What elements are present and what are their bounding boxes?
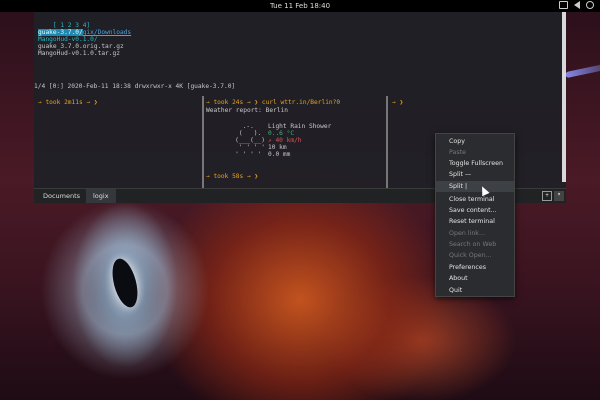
weather-art-line: ' ' ' ' — [224, 151, 273, 158]
menu-item-copy[interactable]: Copy — [436, 136, 514, 147]
volume-icon[interactable] — [574, 1, 580, 9]
chevron-down-icon[interactable]: ▾ — [554, 191, 564, 201]
weather-precipitation: 0.0 mm — [268, 151, 291, 158]
menu-item-search-web[interactable]: Search on Web — [436, 239, 514, 250]
file-entry[interactable]: MangoHud-v0.1.0/ — [38, 36, 98, 43]
workspace-indicator: [ 1 2 3 4] — [52, 22, 91, 29]
weather-visibility: 10 km — [268, 144, 287, 151]
terminal-context-menu: Copy Paste Toggle Fullscreen Split — Spl… — [435, 133, 515, 297]
menu-item-quick-open[interactable]: Quick Open... — [436, 250, 514, 261]
wallpaper-streak — [565, 59, 600, 79]
weather-wind: ↗ 40 km/h — [268, 137, 302, 144]
file-entry[interactable]: guake-3.7.0/ — [38, 29, 83, 36]
file-entry[interactable]: MangoHud-v0.1.0.tar.gz — [38, 50, 120, 57]
menu-item-toggle-fullscreen[interactable]: Toggle Fullscreen — [436, 158, 514, 169]
menu-item-reset-terminal[interactable]: Reset terminal — [436, 216, 514, 227]
menu-item-save-content[interactable]: Save content... — [436, 205, 514, 216]
menu-item-open-link[interactable]: Open link... — [436, 228, 514, 239]
terminal-pane-2[interactable]: → took 24s → ❯ curl wttr.in/Berlin?0 Wea… — [204, 96, 384, 188]
terminal-pane-1[interactable]: → took 2m11s → ❯ — [34, 96, 202, 188]
pane2-command: → took 24s → ❯ curl wttr.in/Berlin?0 — [206, 99, 341, 106]
pane2-prompt: → took 58s → ❯ — [206, 173, 259, 180]
pane3-prompt: → ❯ — [392, 99, 404, 106]
tab-logix[interactable]: logix — [86, 189, 116, 203]
menu-item-preferences[interactable]: Preferences — [436, 262, 514, 273]
weather-art-line: ' ' ' ' — [224, 144, 273, 151]
weather-art-line: .-. — [224, 123, 273, 130]
network-icon[interactable] — [559, 1, 568, 9]
menu-item-quit[interactable]: Quit — [436, 285, 514, 296]
weather-art-line: ( ). — [224, 130, 273, 137]
pane1-prompt: → took 2m11s → ❯ — [38, 99, 98, 106]
terminal-scrollbar[interactable] — [562, 12, 566, 182]
add-tab-button[interactable]: + — [542, 191, 552, 201]
menu-item-about[interactable]: About — [436, 273, 514, 284]
tab-documents[interactable]: Documents — [36, 189, 87, 203]
power-icon[interactable] — [586, 1, 594, 9]
menu-item-split-horizontal[interactable]: Split — — [436, 169, 514, 180]
clock[interactable]: Tue 11 Feb 18:40 — [0, 2, 600, 10]
file-entry[interactable]: guake_3.7.0.orig.tar.gz — [38, 43, 124, 50]
menu-item-close-terminal[interactable]: Close terminal — [436, 194, 514, 205]
top-panel: Tue 11 Feb 18:40 — [0, 0, 600, 12]
system-tray[interactable] — [559, 1, 594, 9]
weather-temperature: 0..6 °C — [268, 130, 295, 137]
weather-condition: Light Rain Shower — [268, 123, 332, 130]
weather-report-title: Weather report: Berlin — [206, 107, 288, 114]
file-manager-status-line: 1/4 [0:] 2020-Feb-11 18:38 drwxrwxr-x 4K… — [34, 83, 236, 90]
weather-art-line: (___(__) — [224, 137, 273, 144]
menu-item-paste[interactable]: Paste — [436, 147, 514, 158]
menu-item-split-vertical[interactable]: Split | — [436, 181, 514, 192]
